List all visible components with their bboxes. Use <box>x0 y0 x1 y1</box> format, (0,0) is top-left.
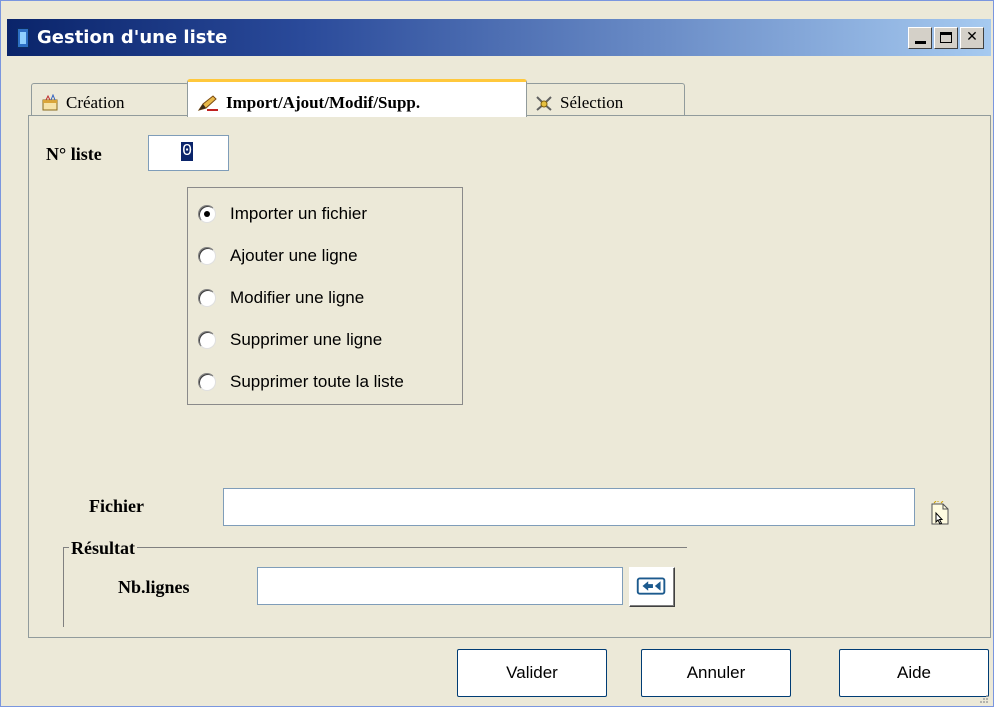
wand-hat-icon <box>42 94 58 111</box>
radio-modifier-ligne[interactable]: Modifier une ligne <box>198 285 364 311</box>
radio-button[interactable] <box>198 289 216 307</box>
close-button[interactable]: ✕ <box>960 27 984 49</box>
nliste-label: N° liste <box>46 144 102 164</box>
tab-creation[interactable]: Création <box>31 83 189 116</box>
dialog-window: Gestion d'une liste ✕ Création Import/Aj… <box>0 0 994 707</box>
minimize-button[interactable] <box>908 27 932 49</box>
nliste-value: 0 <box>181 142 194 161</box>
window-title: Gestion d'une liste <box>37 27 228 48</box>
aide-button[interactable]: Aide <box>839 649 989 697</box>
title-bar[interactable]: Gestion d'une liste ✕ <box>7 19 991 56</box>
pencil-edit-icon <box>197 94 218 111</box>
annuler-button[interactable]: Annuler <box>641 649 791 697</box>
close-icon: ✕ <box>966 29 978 45</box>
nblignes-input[interactable] <box>257 567 623 605</box>
radio-ajouter-ligne[interactable]: Ajouter une ligne <box>198 243 358 269</box>
action-radio-group: Importer un fichier Ajouter une ligne Mo… <box>187 187 463 405</box>
browse-file-icon[interactable] <box>929 501 951 527</box>
radio-button[interactable] <box>198 373 216 391</box>
radio-label: Ajouter une ligne <box>230 246 358 265</box>
tab-import-ajout-modif-supp[interactable]: Import/Ajout/Modif/Supp. <box>187 79 527 117</box>
fichier-label: Fichier <box>89 496 144 516</box>
fichier-input[interactable] <box>223 488 915 526</box>
maximize-icon <box>940 32 952 43</box>
selection-tools-icon <box>536 96 552 111</box>
radio-button[interactable] <box>198 331 216 349</box>
resize-grip-icon[interactable] <box>977 692 989 704</box>
list-window-icon <box>17 28 29 48</box>
radio-label: Supprimer toute la liste <box>230 372 404 391</box>
nliste-input[interactable]: 0 <box>148 135 229 171</box>
count-lines-button[interactable] <box>629 567 675 607</box>
minimize-icon <box>914 41 926 44</box>
valider-button[interactable]: Valider <box>457 649 607 697</box>
radio-importer-fichier[interactable]: Importer un fichier <box>198 201 367 227</box>
radio-label: Modifier une ligne <box>230 288 365 307</box>
maximize-button[interactable] <box>934 27 958 49</box>
tab-selection-label: Sélection <box>560 93 624 112</box>
arrow-go-icon <box>636 577 666 595</box>
tab-import-label: Import/Ajout/Modif/Supp. <box>226 92 421 112</box>
nblignes-label: Nb.lignes <box>118 577 190 597</box>
tab-creation-label: Création <box>66 93 125 112</box>
radio-label: Importer un fichier <box>230 204 367 223</box>
radio-label: Supprimer une ligne <box>230 330 383 349</box>
radio-supprimer-ligne[interactable]: Supprimer une ligne <box>198 327 382 353</box>
radio-button-checked[interactable] <box>198 205 216 223</box>
tab-selection[interactable]: Sélection <box>525 83 685 116</box>
radio-button[interactable] <box>198 247 216 265</box>
radio-supprimer-toute-liste[interactable]: Supprimer toute la liste <box>198 369 404 395</box>
resultat-label: Résultat <box>69 538 137 559</box>
